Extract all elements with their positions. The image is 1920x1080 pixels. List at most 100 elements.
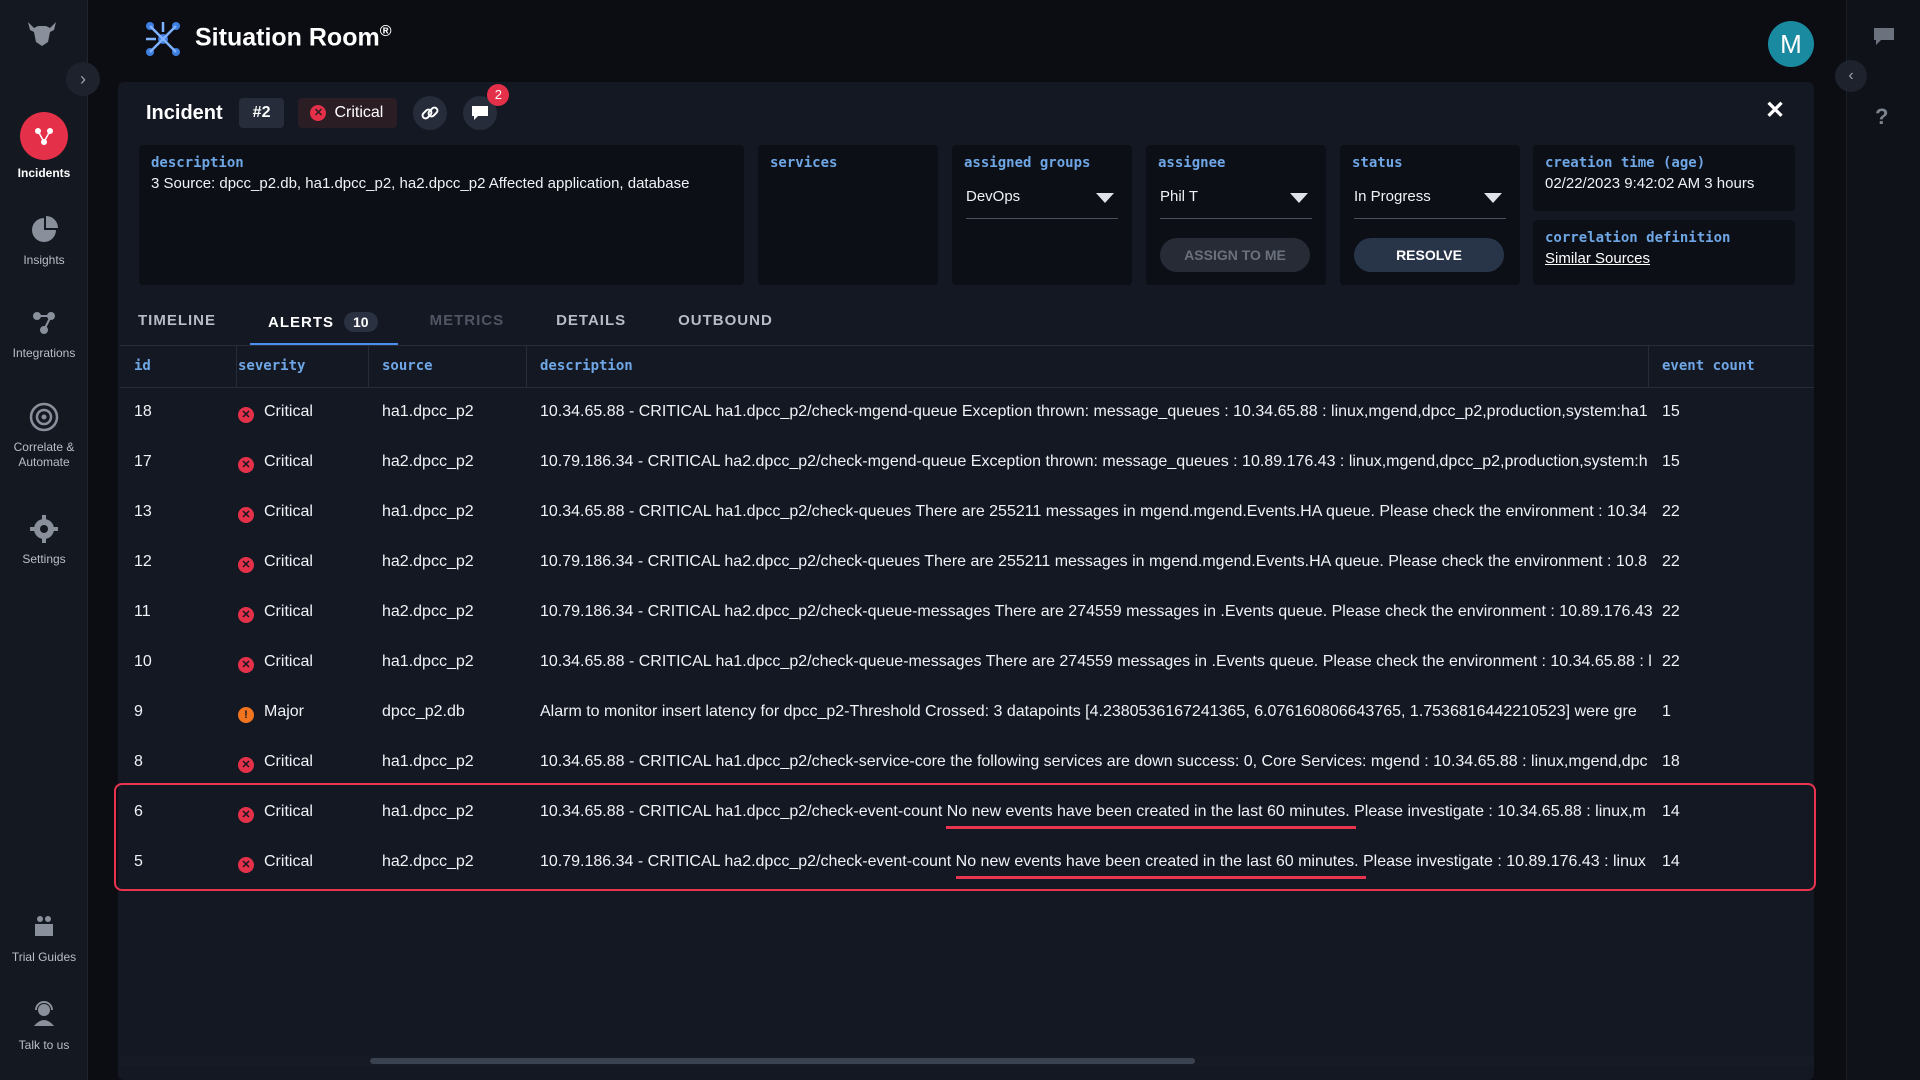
tab-details[interactable]: DETAILS <box>556 304 626 346</box>
assign-to-me-button[interactable]: ASSIGN TO ME <box>1160 238 1310 272</box>
table-row[interactable]: 11 ✕ Critical ha2.dpcc_p2 10.79.186.34 - CRI… <box>120 588 1814 638</box>
cell-id: 9 <box>134 703 143 720</box>
nav-item-integrations[interactable]: Integrations <box>0 306 88 360</box>
column-header-id[interactable]: id <box>134 358 151 374</box>
nav-item-insights[interactable]: Insights <box>0 213 88 267</box>
cell-source: ha2.dpcc_p2 <box>382 553 474 570</box>
table-row[interactable]: 17 ✕ Critical ha2.dpcc_p2 10.79.186.34 - CRI… <box>120 438 1814 488</box>
incidents-icon <box>20 112 68 160</box>
comments-count-badge: 2 <box>487 84 510 106</box>
services-label: services <box>770 155 838 171</box>
incident-header: Incident #2 ✕ Critical 2 <box>146 84 513 130</box>
cell-id: 17 <box>134 453 152 470</box>
severity-text: Critical <box>264 853 313 870</box>
cell-event-count: 15 <box>1662 403 1680 420</box>
cell-id: 10 <box>134 653 152 670</box>
assigned-groups-select[interactable]: DevOps <box>966 183 1118 219</box>
table-row[interactable]: 8 ✕ Critical ha1.dpcc_p2 10.34.65.88 - CRITI… <box>120 738 1814 788</box>
help-icon[interactable]: ? <box>1875 104 1888 130</box>
critical-icon: ✕ <box>238 407 254 423</box>
severity-text: Critical <box>264 653 313 670</box>
status-label: status <box>1352 155 1403 171</box>
services-card: services <box>758 145 938 285</box>
cell-source: ha2.dpcc_p2 <box>382 603 474 620</box>
close-icon[interactable]: ✕ <box>1765 96 1785 125</box>
cell-source: ha2.dpcc_p2 <box>382 453 474 470</box>
similar-sources-link[interactable]: Similar Sources <box>1545 250 1783 267</box>
table-row[interactable]: 9! Major dpcc_p2.db Alarm to monitor insert… <box>120 688 1814 738</box>
resolve-button[interactable]: RESOLVE <box>1354 238 1504 272</box>
incident-label: Incident <box>146 101 223 124</box>
cell-description: 10.79.186.34 - CRITICAL ha2.dpcc_p2/chec… <box>540 603 1653 620</box>
chat-icon[interactable] <box>1871 24 1897 48</box>
cell-description: Alarm to monitor insert latency for dpcc… <box>540 703 1637 720</box>
column-header-event-count[interactable]: event count <box>1662 358 1755 374</box>
guides-icon <box>35 916 53 936</box>
correlation-card: correlation definition Similar Sources <box>1533 220 1795 285</box>
cell-source: ha1.dpcc_p2 <box>382 803 474 820</box>
nav-item-trial-guides[interactable]: Trial Guides <box>0 910 88 964</box>
table-header: id severity source description event cou… <box>120 346 1814 388</box>
severity-text: Critical <box>264 603 313 620</box>
alerts-table: id severity source description event cou… <box>120 346 1814 888</box>
severity-label: Critical <box>334 104 384 121</box>
column-header-source[interactable]: source <box>382 358 433 374</box>
cell-severity: ✕ Critical <box>238 803 313 823</box>
nav-label: Trial Guides <box>11 950 77 964</box>
cell-id: 11 <box>134 603 151 620</box>
table-row[interactable]: 6 ✕ Critical ha1.dpcc_p2 10.34.65.88 - CRITI… <box>120 788 1814 838</box>
annotation-underline <box>946 826 1356 829</box>
column-header-severity[interactable]: severity <box>238 358 305 374</box>
column-divider <box>526 346 527 388</box>
scrollbar-thumb[interactable] <box>370 1058 1195 1064</box>
critical-icon: ✕ <box>238 807 254 823</box>
tab-timeline[interactable]: TIMELINE <box>138 304 216 346</box>
comments-button[interactable]: 2 <box>463 84 510 130</box>
column-header-description[interactable]: description <box>540 358 633 374</box>
nav-item-settings[interactable]: Settings <box>0 512 88 566</box>
avatar[interactable]: M <box>1768 21 1814 67</box>
cell-severity: ! Major <box>238 703 304 723</box>
correlation-label: correlation definition <box>1545 230 1731 246</box>
horizontal-scrollbar[interactable] <box>120 1056 1814 1066</box>
assigned-groups-card: assigned groups DevOps <box>952 145 1132 285</box>
critical-icon: ✕ <box>238 507 254 523</box>
description-value: 3 Source: dpcc_p2.db, ha1.dpcc_p2, ha2.d… <box>151 175 690 192</box>
table-row[interactable]: 13 ✕ Critical ha1.dpcc_p2 10.34.65.88 - CRIT… <box>120 488 1814 538</box>
incident-id-badge: #2 <box>238 98 285 128</box>
table-row[interactable]: 5 ✕ Critical ha2.dpcc_p2 10.79.186.34 - CRIT… <box>120 838 1814 888</box>
caret-down-icon <box>1290 193 1308 203</box>
tab-outbound[interactable]: OUTBOUND <box>678 304 773 346</box>
assignee-select[interactable]: Phil T <box>1160 183 1312 219</box>
tab-alerts[interactable]: ALERTS 10 <box>250 304 398 346</box>
description-label: description <box>151 155 244 171</box>
table-row[interactable]: 10 ✕ Critical ha1.dpcc_p2 10.34.65.88 - CRIT… <box>120 638 1814 688</box>
critical-icon: ✕ <box>238 757 254 773</box>
table-row[interactable]: 18 ✕ Critical ha1.dpcc_p2 10.34.65.88 - CRIT… <box>120 388 1814 438</box>
creation-time-label: creation time (age) <box>1545 155 1706 171</box>
cell-source: ha1.dpcc_p2 <box>382 403 474 420</box>
cell-description: 10.34.65.88 - CRITICAL ha1.dpcc_p2/check… <box>540 753 1648 770</box>
collapse-rail-button[interactable]: ‹ <box>1835 60 1867 92</box>
expand-nav-button[interactable]: › <box>66 62 100 96</box>
app-title: Situation Room® <box>195 23 392 52</box>
cell-event-count: 22 <box>1662 553 1680 570</box>
status-select[interactable]: In Progress <box>1354 183 1506 219</box>
situation-room-logo-icon <box>146 22 180 56</box>
cell-description: 10.34.65.88 - CRITICAL ha1.dpcc_p2/check… <box>540 403 1648 420</box>
assigned-groups-label: assigned groups <box>964 155 1091 171</box>
nav-item-incidents[interactable]: Incidents <box>0 112 88 180</box>
critical-icon: ✕ <box>310 105 327 121</box>
bull-logo-icon[interactable] <box>24 18 60 50</box>
cell-event-count: 14 <box>1662 803 1680 820</box>
column-divider <box>236 346 237 388</box>
table-row[interactable]: 12 ✕ Critical ha2.dpcc_p2 10.79.186.34 - CRI… <box>120 538 1814 588</box>
cell-id: 12 <box>134 553 152 570</box>
link-icon <box>421 106 439 120</box>
comment-icon <box>472 106 489 120</box>
nav-item-correlate[interactable]: Correlate & Automate <box>0 400 88 470</box>
link-button[interactable] <box>413 96 448 130</box>
nav-item-talk-to-us[interactable]: Talk to us <box>0 998 88 1052</box>
tab-metrics: METRICS <box>429 312 505 329</box>
major-icon: ! <box>238 707 254 723</box>
